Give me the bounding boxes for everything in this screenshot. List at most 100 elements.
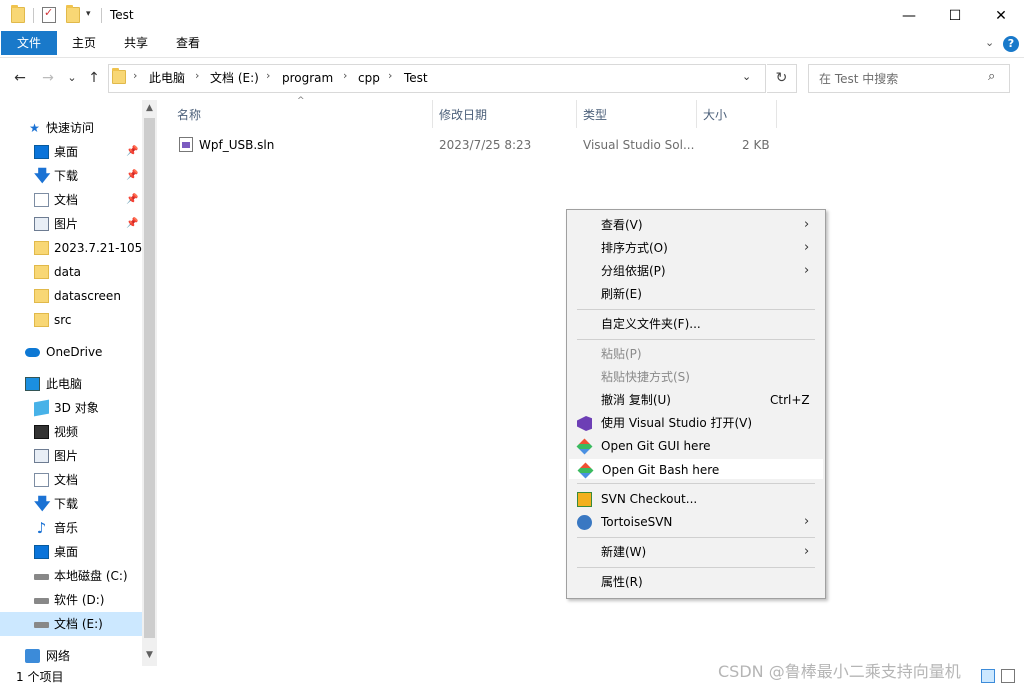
breadcrumb-separator[interactable]: › xyxy=(388,69,392,82)
menu-item-p[interactable]: 粘贴(P) xyxy=(568,343,824,365)
menu-item-label: Open Git GUI here xyxy=(601,439,711,453)
sidebar-item-3d[interactable]: 3D 对象 xyxy=(0,396,142,420)
breadcrumb-test[interactable]: Test xyxy=(404,70,428,86)
sidebar-item-item[interactable]: ♪ 音乐 xyxy=(0,516,142,540)
breadcrumb-separator[interactable]: › xyxy=(343,69,347,82)
tab-share[interactable]: 共享 xyxy=(114,31,158,55)
breadcrumb-cpp[interactable]: cpp xyxy=(358,70,380,86)
picture-icon xyxy=(34,217,49,231)
address-dropdown-icon[interactable]: ⌄ xyxy=(742,70,751,83)
close-button[interactable]: ✕ xyxy=(978,0,1024,31)
breadcrumb-drive-e[interactable]: 文档 (E:) xyxy=(210,70,259,86)
sidebar-item-e[interactable]: 文档 (E:) xyxy=(0,612,142,636)
ribbon-collapse-icon[interactable]: ⌄ xyxy=(985,36,994,49)
sidebar-item-onedrive[interactable]: OneDrive xyxy=(0,340,142,364)
menu-item-e[interactable]: 刷新(E) xyxy=(568,283,824,305)
pin-icon: 📌 xyxy=(126,218,139,229)
sidebar-item-label: 快速访问 xyxy=(46,121,95,135)
menu-item-open-git-gui-here[interactable]: Open Git GUI here xyxy=(568,435,824,457)
new-folder-icon[interactable] xyxy=(66,5,80,23)
pin-icon: 📌 xyxy=(126,146,139,157)
sidebar-item-this-pc[interactable]: 此电脑 xyxy=(0,372,142,396)
details-view-icon[interactable] xyxy=(981,669,995,683)
sidebar-item-item[interactable]: 🡇 下载 xyxy=(0,492,142,516)
git-bash-icon xyxy=(577,462,594,479)
quick-access-dropdown-icon[interactable]: ▾ xyxy=(86,9,91,19)
menu-item-u[interactable]: 撤消 复制(U) Ctrl+Z xyxy=(568,389,824,411)
menu-item-visual-studio-v[interactable]: 使用 Visual Studio 打开(V) xyxy=(568,412,824,434)
sidebar-item-network[interactable]: 网络 xyxy=(0,644,142,668)
column-divider[interactable] xyxy=(576,100,577,128)
menu-item-r[interactable]: 属性(R) xyxy=(568,571,824,593)
menu-item-label: 粘贴(P) xyxy=(601,347,642,361)
help-icon[interactable]: ? xyxy=(1003,36,1019,52)
scroll-up-icon[interactable]: ▲ xyxy=(142,103,157,113)
sidebar-item-data[interactable]: data xyxy=(0,260,142,284)
breadcrumb-separator[interactable]: › xyxy=(133,69,137,82)
up-button[interactable]: ↑ xyxy=(84,66,104,90)
sidebar-item-item[interactable]: 视频 xyxy=(0,420,142,444)
visual-studio-solution-file-icon xyxy=(179,137,193,152)
menu-item-o[interactable]: 排序方式(O) › xyxy=(568,237,824,259)
minimize-button[interactable]: — xyxy=(886,0,932,31)
breadcrumb-program[interactable]: program xyxy=(282,70,333,86)
file-name[interactable]: Wpf_USB.sln xyxy=(199,138,274,152)
menu-item-label: 粘贴快捷方式(S) xyxy=(601,370,690,384)
column-header-modified[interactable]: 修改日期 xyxy=(439,106,487,123)
chevron-right-icon: › xyxy=(804,217,810,232)
sidebar-item-src[interactable]: src xyxy=(0,308,142,332)
sidebar-item-item[interactable]: 图片 📌 xyxy=(0,212,142,236)
tab-home[interactable]: 主页 xyxy=(62,31,106,55)
back-button[interactable]: ← xyxy=(10,66,30,90)
refresh-button[interactable]: ↻ xyxy=(767,64,797,93)
menu-item-svn-checkout[interactable]: SVN Checkout... xyxy=(568,488,824,510)
properties-icon[interactable] xyxy=(42,6,56,23)
column-header-name[interactable]: 名称 xyxy=(177,106,201,123)
menu-item-tortoisesvn[interactable]: TortoiseSVN › xyxy=(568,511,824,533)
sidebar-item-label: 本地磁盘 (C:) xyxy=(54,569,128,583)
maximize-button[interactable]: ☐ xyxy=(932,0,978,31)
star-icon: ★ xyxy=(29,121,40,135)
sidebar-item-c[interactable]: 本地磁盘 (C:) xyxy=(0,564,142,588)
column-divider[interactable] xyxy=(432,100,433,128)
large-icons-view-icon[interactable] xyxy=(1001,669,1015,683)
sidebar-item-item[interactable]: 🡇 下载 📌 xyxy=(0,164,142,188)
breadcrumb-separator[interactable]: › xyxy=(266,69,270,82)
column-divider[interactable] xyxy=(696,100,697,128)
menu-item-label: 使用 Visual Studio 打开(V) xyxy=(601,416,753,430)
column-header-size[interactable]: 大小 xyxy=(703,106,727,123)
sidebar-item-item[interactable]: 文档 📌 xyxy=(0,188,142,212)
sidebar-item-item[interactable]: 图片 xyxy=(0,444,142,468)
recent-locations-button[interactable]: ⌄ xyxy=(62,66,82,90)
sidebar-item-label: 图片 xyxy=(54,217,79,231)
sidebar-item-datascreen[interactable]: datascreen xyxy=(0,284,142,308)
document-icon xyxy=(34,473,49,487)
column-divider[interactable] xyxy=(776,100,777,128)
address-bar[interactable] xyxy=(108,64,766,93)
search-icon[interactable]: ⌕ xyxy=(988,69,995,84)
column-header-type[interactable]: 类型 xyxy=(583,106,607,123)
sidebar-item-quick-access[interactable]: ★ 快速访问 xyxy=(0,116,142,140)
menu-item-v[interactable]: 查看(V) › xyxy=(568,214,824,236)
menu-item-open-git-bash-here[interactable]: Open Git Bash here xyxy=(568,458,824,480)
svn-checkout-icon xyxy=(577,492,592,507)
sidebar-item-item[interactable]: 文档 xyxy=(0,468,142,492)
menu-item-label: 刷新(E) xyxy=(601,287,642,301)
sidebar-item-label: 图片 xyxy=(54,449,79,463)
menu-item-w[interactable]: 新建(W) › xyxy=(568,541,824,563)
breadcrumb-separator[interactable]: › xyxy=(195,69,199,82)
search-input[interactable]: 在 Test 中搜索 xyxy=(819,70,898,87)
sidebar-item-item[interactable]: 桌面 📌 xyxy=(0,140,142,164)
tab-view[interactable]: 查看 xyxy=(166,31,210,55)
sidebar-item-item[interactable]: 桌面 xyxy=(0,540,142,564)
menu-item-s[interactable]: 粘贴快捷方式(S) xyxy=(568,366,824,388)
sidebar-item-2023-7-21-105[interactable]: 2023.7.21-105版 xyxy=(0,236,142,260)
tab-file[interactable]: 文件 xyxy=(1,31,57,55)
scrollbar-thumb[interactable] xyxy=(144,118,155,638)
scroll-down-icon[interactable]: ▼ xyxy=(142,650,157,660)
menu-item-p[interactable]: 分组依据(P) › xyxy=(568,260,824,282)
menu-item-f[interactable]: 自定义文件夹(F)... xyxy=(568,313,824,335)
breadcrumb-this-pc[interactable]: 此电脑 xyxy=(149,70,185,86)
sidebar-item-d[interactable]: 软件 (D:) xyxy=(0,588,142,612)
forward-button[interactable]: → xyxy=(38,66,58,90)
